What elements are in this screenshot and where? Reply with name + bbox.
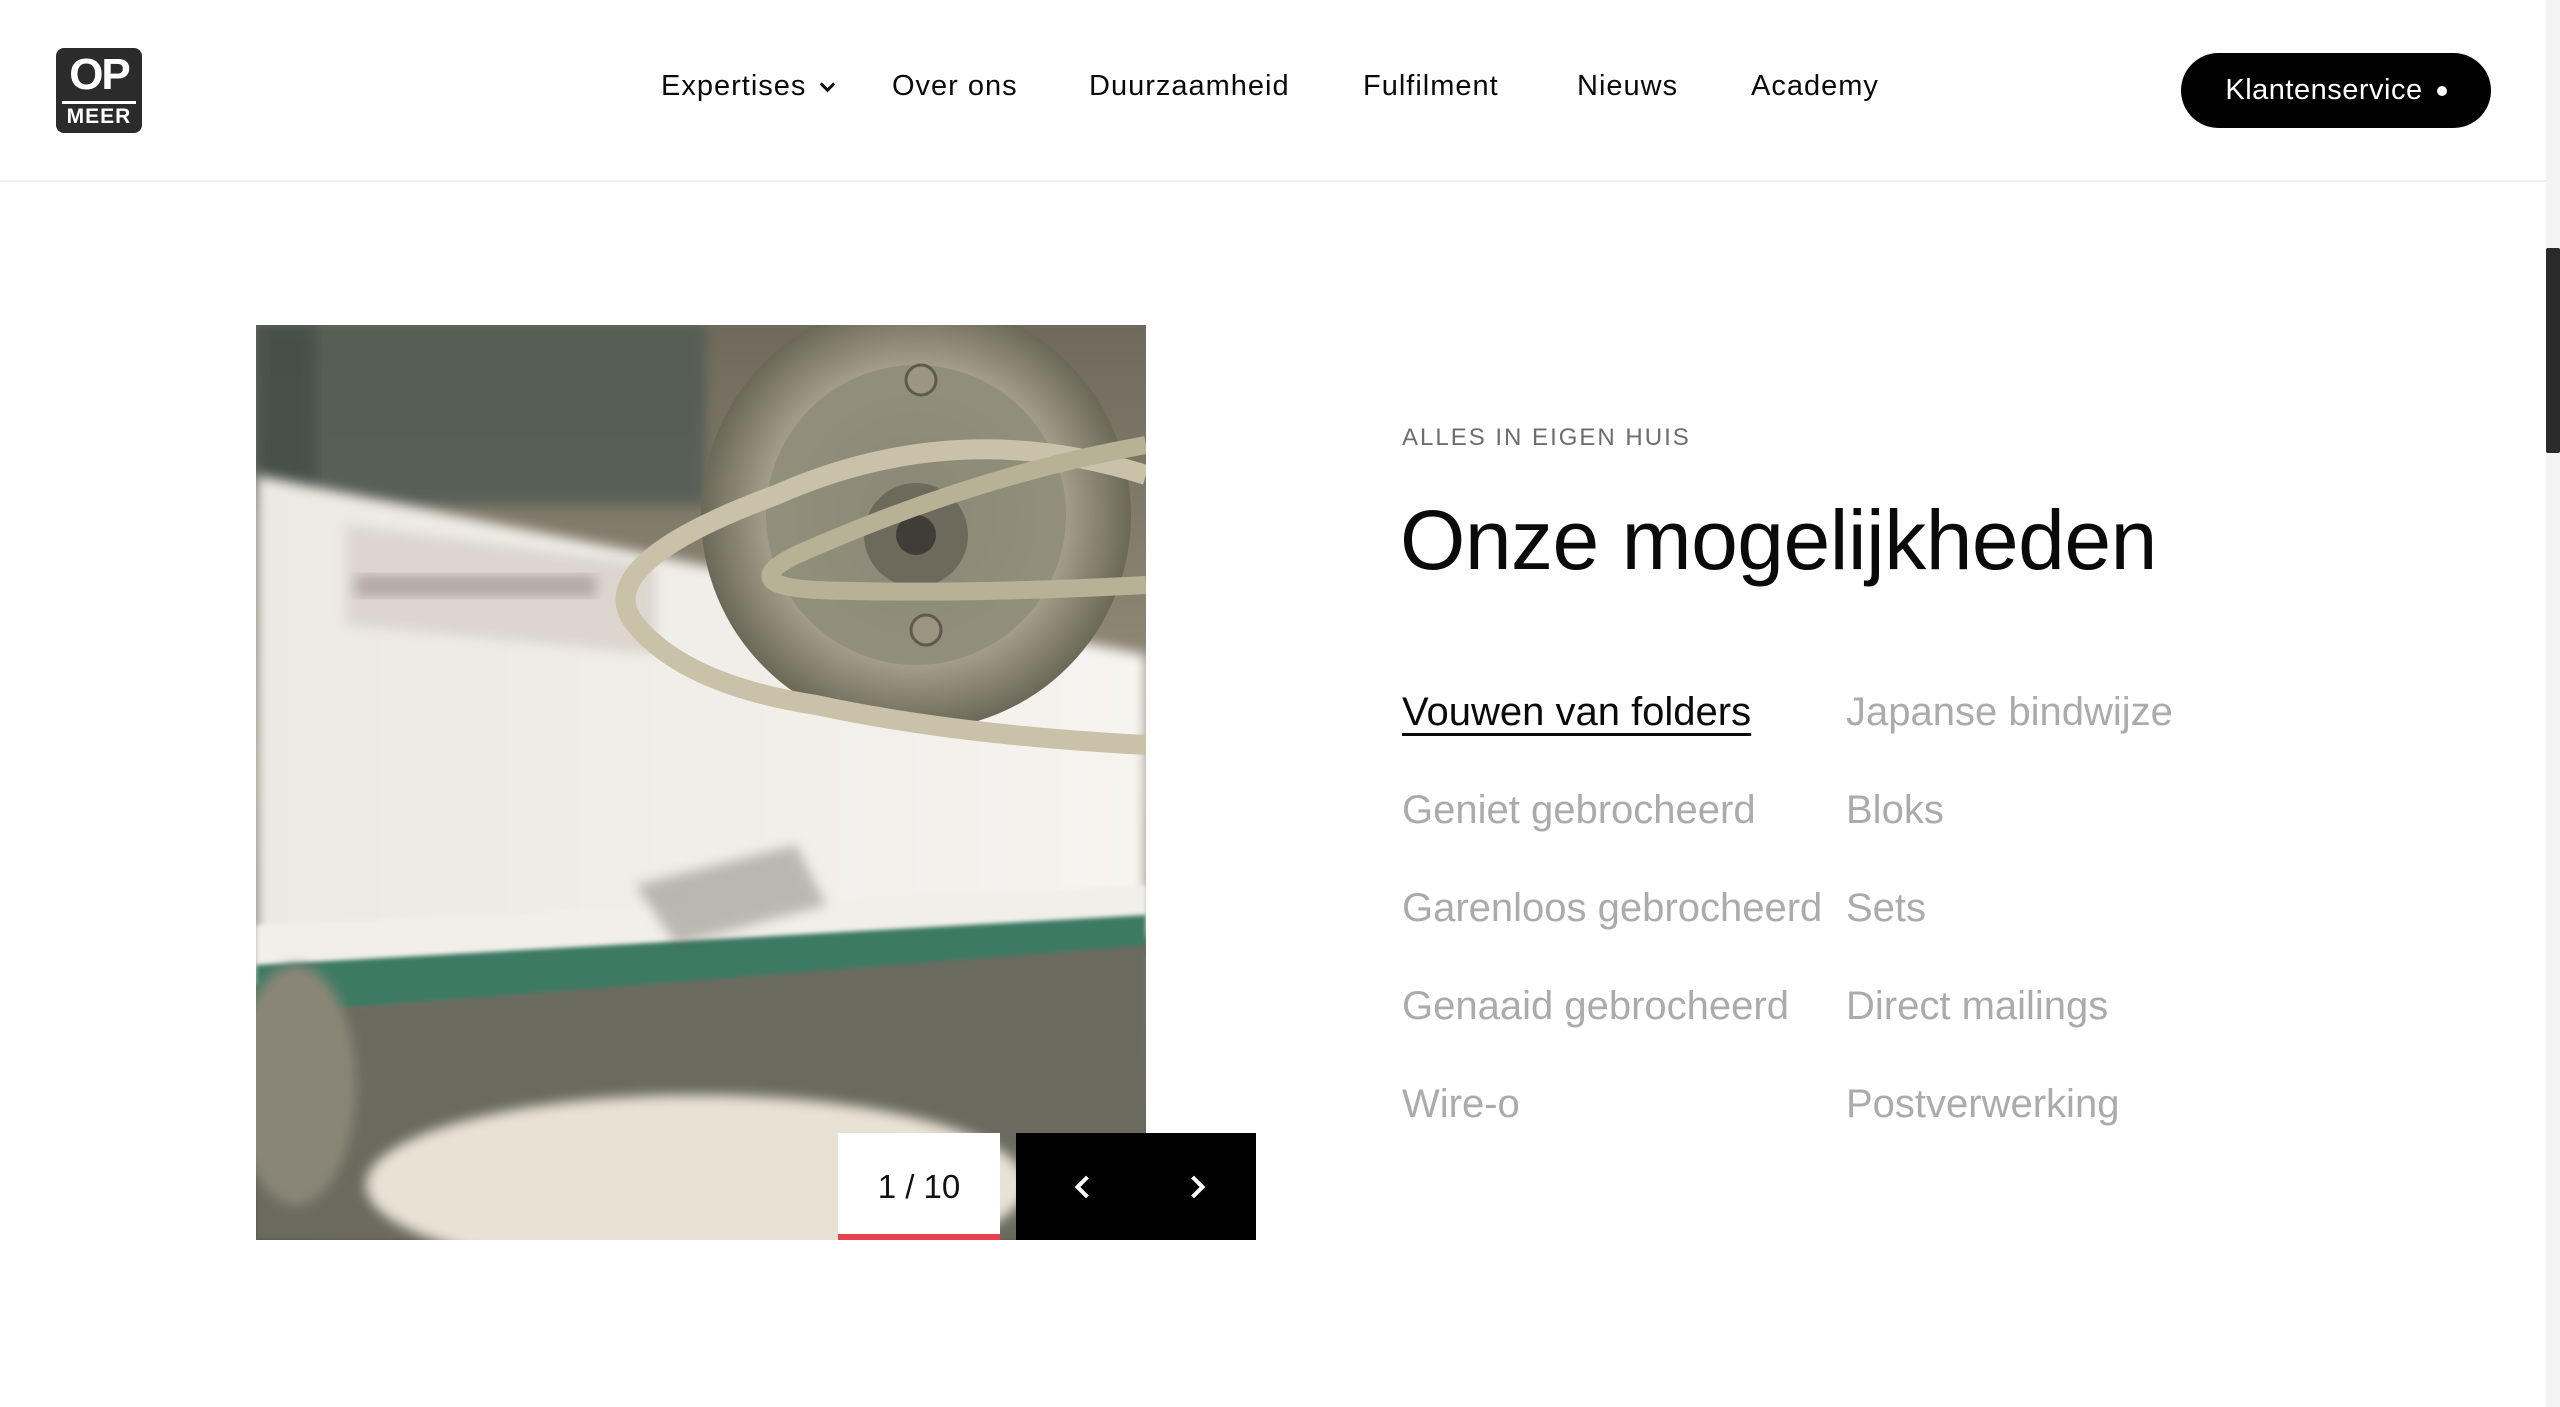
option-vouwen-van-folders[interactable]: Vouwen van folders [1402, 686, 1751, 738]
logo-text-meer: MEER [66, 105, 132, 128]
logo-text-op: OP [69, 50, 131, 99]
option-bloks[interactable]: Bloks [1846, 784, 1944, 836]
nav-item-nieuws[interactable]: Nieuws [1577, 66, 1678, 106]
slider-arrows [1016, 1133, 1256, 1240]
slide-counter: 1 / 10 [838, 1133, 1000, 1240]
nav-item-academy[interactable]: Academy [1751, 66, 1879, 106]
nav-item-over-ons[interactable]: Over ons [892, 66, 1018, 106]
option-wire-o[interactable]: Wire-o [1402, 1078, 1520, 1130]
chevron-down-icon [820, 76, 836, 93]
option-direct-mailings[interactable]: Direct mailings [1846, 980, 2108, 1032]
nav-item-expertises[interactable]: Expertises [661, 66, 836, 106]
option-geniet-gebrocheerd[interactable]: Geniet gebrocheerd [1402, 784, 1756, 836]
option-postverwerking[interactable]: Postverwerking [1846, 1078, 2119, 1130]
chevron-left-icon[interactable] [1069, 1171, 1099, 1201]
nav-item-duurzaamheid[interactable]: Duurzaamheid [1089, 66, 1290, 106]
slide-photo-folding-machine [256, 325, 1146, 1240]
dot-icon [2436, 85, 2447, 96]
option-garenloos-gebrocheerd[interactable]: Garenloos gebrocheerd [1402, 882, 1822, 934]
section-eyebrow: ALLES IN EIGEN HUIS [1402, 424, 1691, 451]
site-header: OP MEER Expertises Over ons Duurzaamheid… [0, 0, 2546, 182]
klantenservice-button[interactable]: Klantenservice [2181, 53, 2491, 128]
slide-progress-bar [838, 1234, 1000, 1240]
section-title: Onze mogelijkheden [1400, 493, 2157, 587]
nav-item-fulfilment[interactable]: Fulfilment [1363, 66, 1499, 106]
scrollbar-track[interactable] [2546, 0, 2560, 1407]
option-genaaid-gebrocheerd[interactable]: Genaaid gebrocheerd [1402, 980, 1789, 1032]
opmeer-logo[interactable]: OP MEER [56, 48, 142, 133]
nav-item-label: Expertises [661, 70, 807, 102]
klantenservice-label: Klantenservice [2225, 74, 2423, 106]
scrollbar-thumb[interactable] [2546, 248, 2560, 453]
option-sets[interactable]: Sets [1846, 882, 1926, 934]
chevron-right-icon[interactable] [1182, 1171, 1213, 1201]
option-japanse-bindwijze[interactable]: Japanse bindwijze [1846, 686, 2173, 738]
